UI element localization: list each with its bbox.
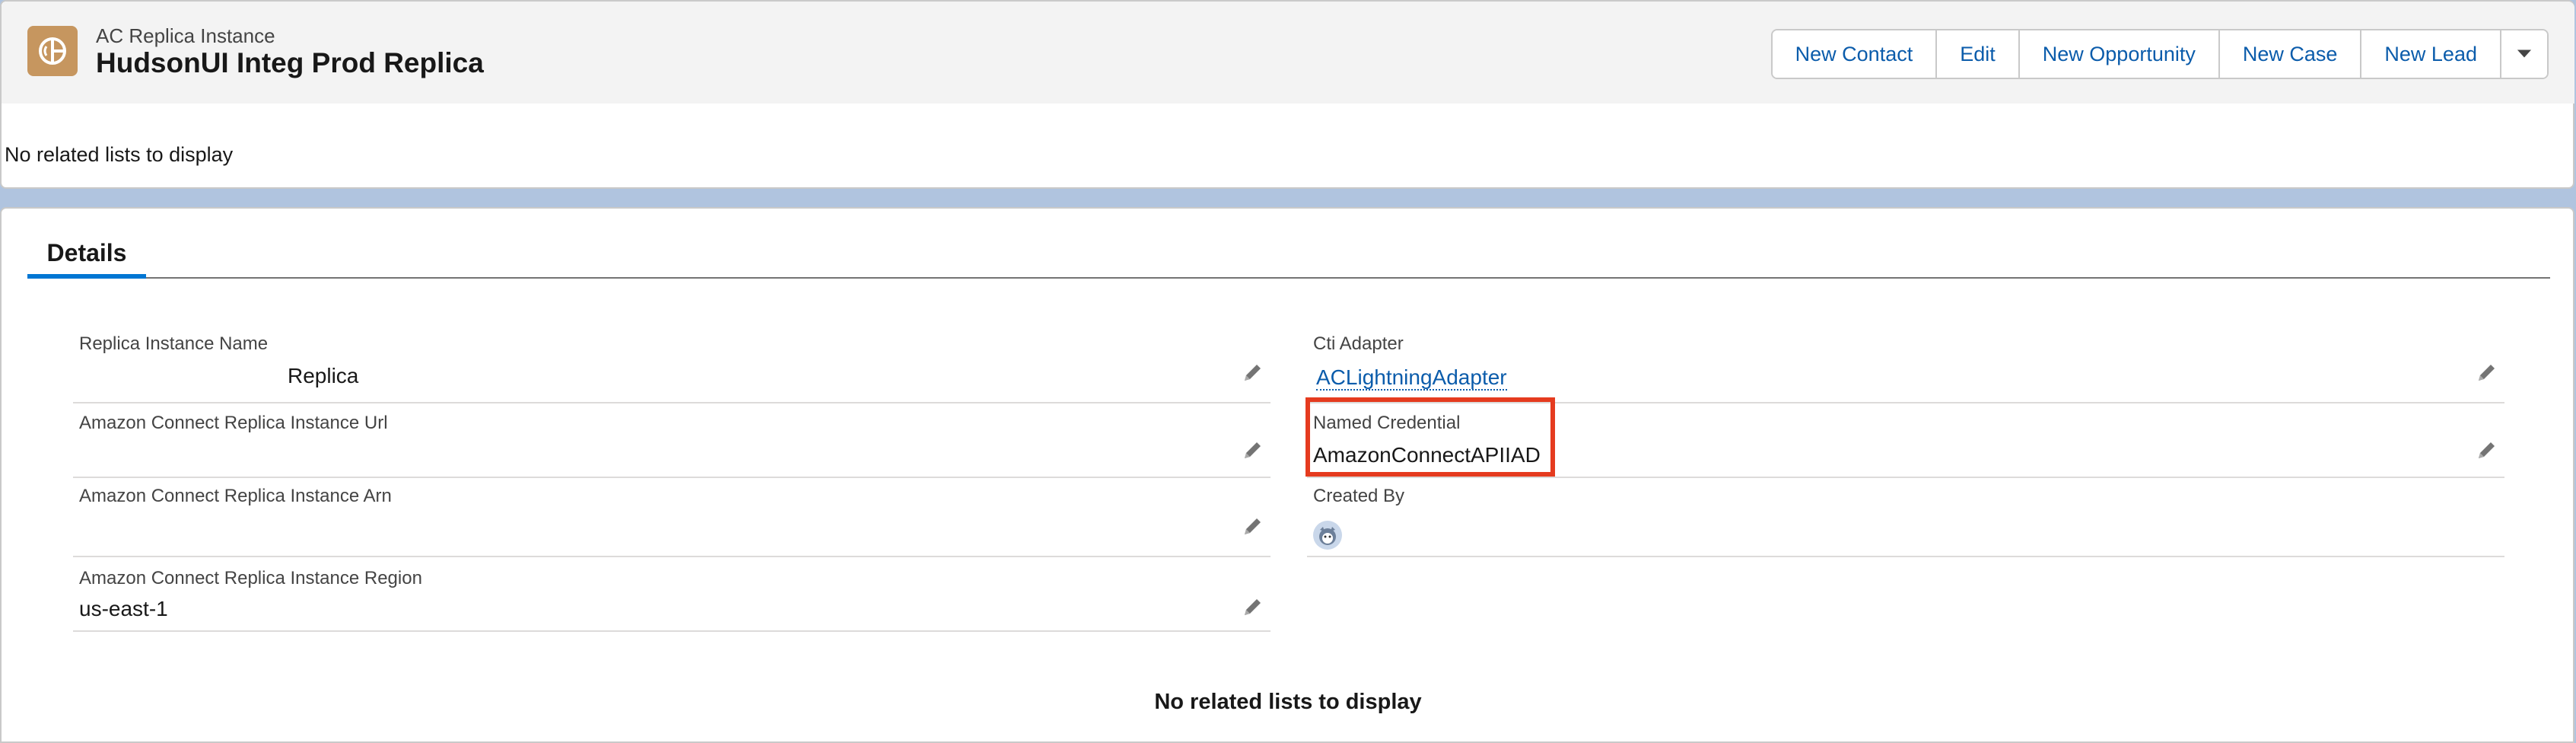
field-cti-adapter: Cti Adapter ACLightningAdapter	[1307, 327, 2504, 403]
field-replica-instance-url: Amazon Connect Replica Instance Url	[73, 403, 1271, 478]
related-lists-empty-message-bottom: No related lists to display	[1154, 690, 1422, 714]
chevron-down-icon	[2517, 49, 2532, 58]
action-button-group: New Contact Edit New Opportunity New Cas…	[1770, 29, 2549, 79]
field-label: Created By	[1313, 486, 1405, 506]
cti-adapter-link[interactable]: ACLightningAdapter	[1316, 365, 1507, 391]
active-tab-indicator	[27, 274, 146, 279]
edit-pencil-icon[interactable]	[1242, 361, 1264, 384]
record-header-card: AC Replica Instance HudsonUI Integ Prod …	[0, 0, 2574, 189]
edit-button[interactable]: Edit	[1937, 30, 2020, 78]
new-lead-button[interactable]: New Lead	[2361, 30, 2501, 78]
edit-pencil-icon[interactable]	[1242, 515, 1264, 537]
new-opportunity-button[interactable]: New Opportunity	[2019, 30, 2220, 78]
field-replica-instance-name: Replica Instance Name Replica	[73, 327, 1271, 403]
field-label: Amazon Connect Replica Instance Url	[79, 413, 388, 433]
more-actions-button[interactable]	[2501, 30, 2547, 78]
edit-pencil-icon[interactable]	[2476, 438, 2498, 461]
avatar[interactable]	[1313, 521, 1342, 550]
field-label: Cti Adapter	[1313, 333, 1404, 354]
field-value: us-east-1	[79, 597, 168, 620]
object-type-label: AC Replica Instance	[96, 24, 275, 47]
replica-instance-icon	[27, 26, 78, 76]
edit-pencil-icon[interactable]	[2476, 361, 2498, 384]
tab-bar: Details	[27, 239, 2550, 279]
field-replica-instance-arn: Amazon Connect Replica Instance Arn	[73, 478, 1271, 557]
field-label: Amazon Connect Replica Instance Arn	[79, 486, 392, 506]
field-value: Replica	[288, 364, 359, 387]
new-case-button[interactable]: New Case	[2219, 30, 2362, 78]
field-replica-instance-region: Amazon Connect Replica Instance Region u…	[73, 557, 1271, 632]
new-contact-button[interactable]: New Contact	[1772, 30, 1938, 78]
record-header: AC Replica Instance HudsonUI Integ Prod …	[2, 2, 2574, 104]
field-value-wrapper: ACLightningAdapter	[1316, 365, 1507, 391]
edit-pencil-icon[interactable]	[1242, 438, 1264, 461]
related-lists-empty-message: No related lists to display	[5, 143, 234, 166]
annotation-highlight-box	[1305, 397, 1555, 477]
record-title: HudsonUI Integ Prod Replica	[96, 47, 484, 78]
field-label: Replica Instance Name	[79, 333, 269, 354]
field-created-by: Created By	[1307, 478, 2504, 557]
field-label: Amazon Connect Replica Instance Region	[79, 568, 422, 588]
tab-details[interactable]: Details	[27, 239, 146, 277]
edit-pencil-icon[interactable]	[1242, 595, 1264, 618]
